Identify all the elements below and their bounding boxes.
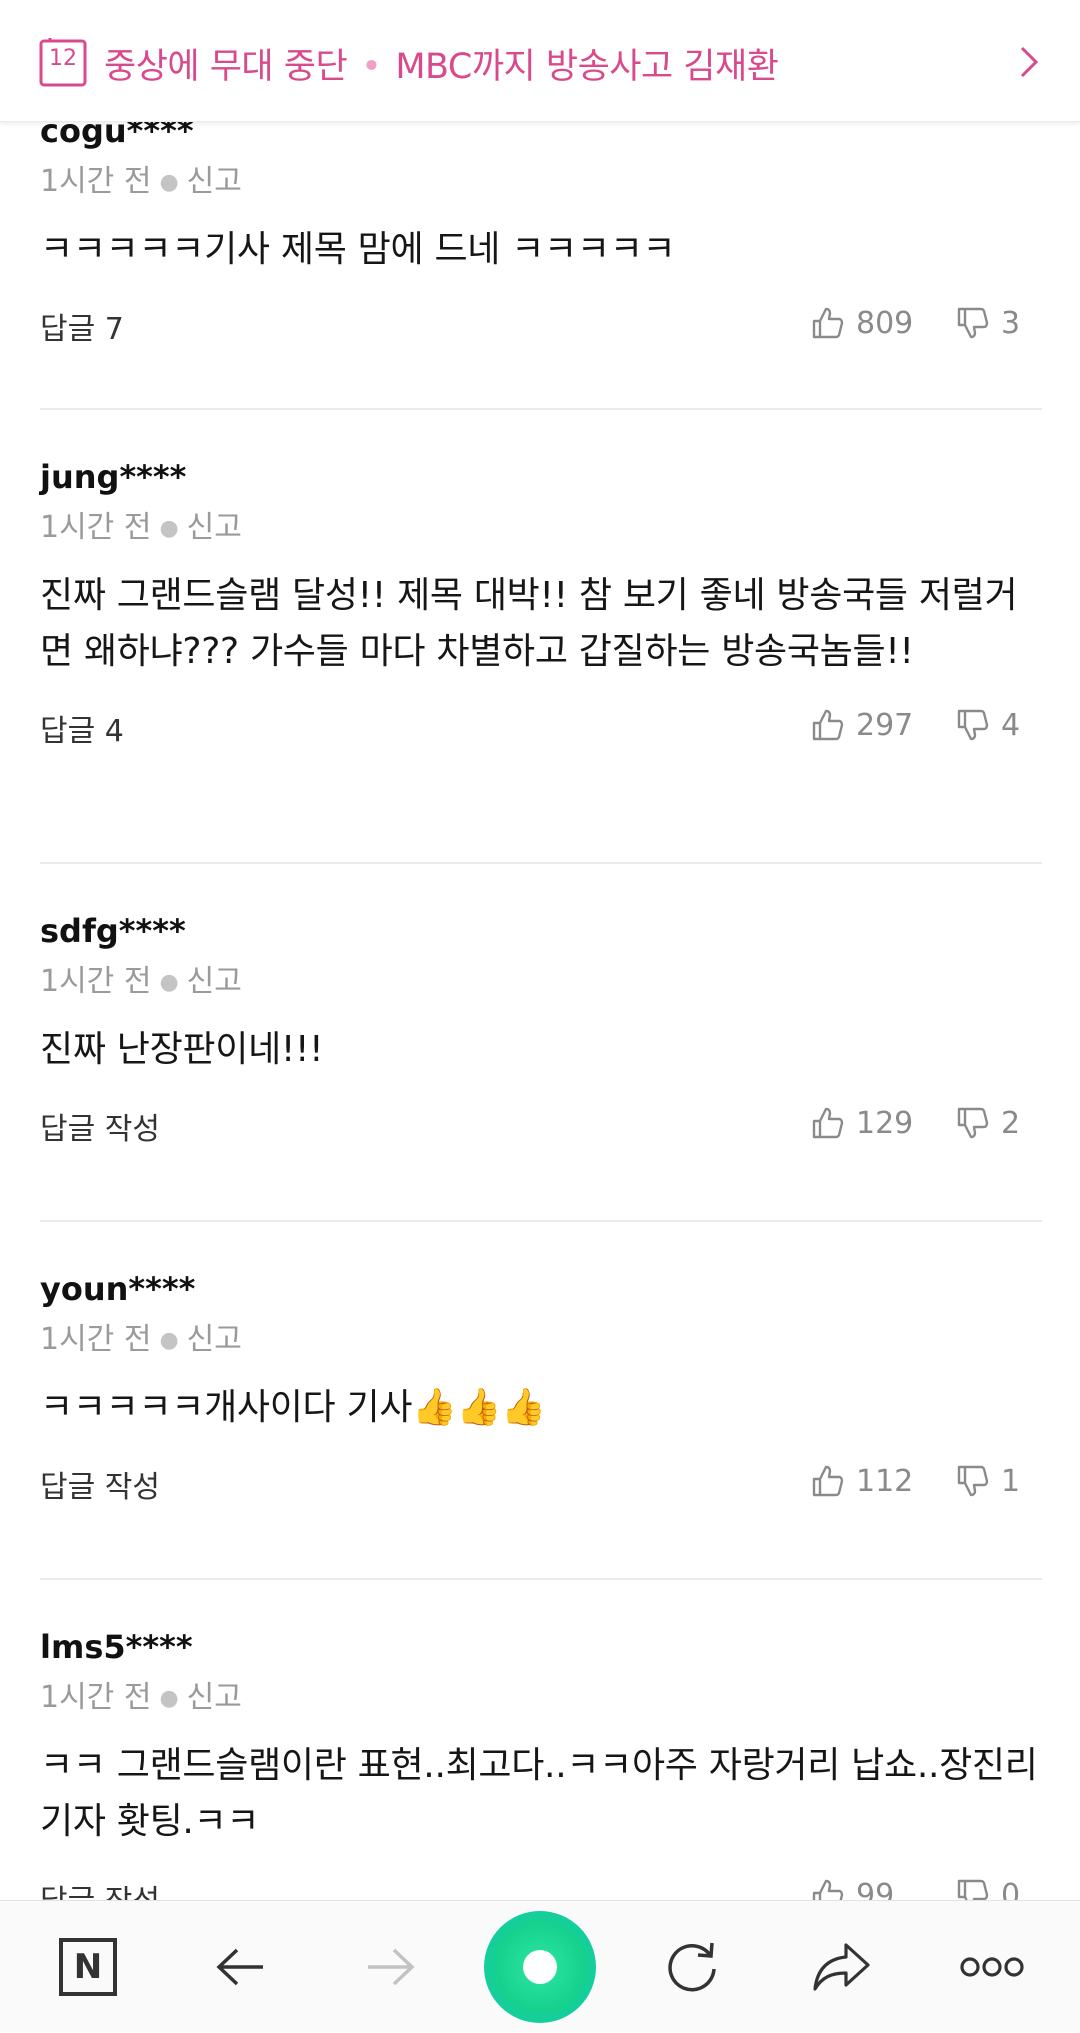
like-button[interactable]: 809 — [810, 298, 913, 348]
like-button[interactable]: 297 — [810, 700, 913, 750]
divider — [40, 862, 1042, 864]
comment-meta: 1시간 전 ● 신고 — [40, 1672, 1042, 1716]
comment-author[interactable]: jung**** — [40, 458, 1042, 496]
naver-home-icon: N — [59, 1938, 117, 1996]
like-count: 297 — [856, 707, 914, 743]
report-link[interactable]: 신고 — [187, 510, 242, 545]
comment-actions: 답글 4 297 4 — [40, 700, 1042, 750]
like-button[interactable]: 112 — [810, 1456, 913, 1506]
like-button[interactable]: 129 — [810, 1098, 913, 1148]
comment-author[interactable]: youn**** — [40, 1270, 1042, 1308]
comment-time: 1시간 전 — [40, 510, 152, 545]
thumbs-up-icon — [812, 1107, 844, 1139]
comment-item: jung**** 1시간 전 ● 신고 진짜 그랜드슬램 달성!! 제목 대박!! … — [40, 458, 1042, 750]
back-arrow-icon — [216, 1948, 263, 1986]
banner-title-part1: 중상에 무대 중단 — [104, 47, 348, 87]
comment-text: 진짜 그랜드슬램 달성!! 제목 대박!! 참 보기 좋네 방송국들 저럴거면 … — [40, 575, 1018, 672]
comment-meta: 1시간 전 ● 신고 — [40, 156, 1042, 200]
comment-item: lms5**** 1시간 전 ● 신고 ㅋㅋ 그랜드슬램이란 표현..최고다..ㅋㅋ… — [40, 1628, 1042, 1920]
meta-dot: ● — [159, 170, 179, 195]
reply-button[interactable]: 답글 7 — [40, 304, 124, 348]
reply-button[interactable]: 답글 작성 — [40, 1462, 160, 1506]
comment-time: 1시간 전 — [40, 1322, 152, 1357]
banner-title-part2: MBC까지 방송사고 김재환 — [395, 47, 779, 87]
like-count: 809 — [856, 305, 914, 341]
share-icon — [813, 1943, 870, 1991]
refresh-button[interactable] — [632, 1901, 752, 2033]
naver-home-button[interactable]: N — [28, 1901, 148, 2033]
dislike-count: 2 — [1001, 1105, 1021, 1141]
refresh-icon — [668, 1942, 716, 1992]
dislike-count: 4 — [1001, 707, 1021, 743]
divider — [40, 408, 1042, 410]
comment-time: 1시간 전 — [40, 1680, 152, 1715]
reply-button[interactable]: 답글 4 — [40, 706, 124, 750]
meta-dot: ● — [159, 1328, 179, 1353]
forward-button[interactable] — [330, 1901, 450, 2033]
divider — [40, 1578, 1042, 1580]
dislike-count: 1 — [1001, 1463, 1021, 1499]
back-button[interactable] — [181, 1901, 301, 2033]
rank-number: 12 — [49, 46, 77, 71]
dislike-count: 3 — [1001, 305, 1021, 341]
chevron-right-icon[interactable] — [1014, 42, 1044, 82]
comment-meta: 1시간 전 ● 신고 — [40, 1314, 1042, 1358]
thumbs-down-icon — [957, 1107, 989, 1139]
banner-title[interactable]: 중상에 무대 중단 • MBC까지 방송사고 김재환 — [104, 38, 779, 89]
more-dots-icon — [960, 1957, 1024, 1977]
banner-separator: • — [361, 47, 382, 87]
rank-badge: 12 — [38, 38, 88, 88]
comment-item: sdfg**** 1시간 전 ● 신고 진짜 난장판이네!!! 답글 작성 129 … — [40, 912, 1042, 1148]
comment-text: ㅋㅋㅋㅋㅋ기사 제목 맘에 드네 ㅋㅋㅋㅋㅋ — [40, 229, 676, 270]
like-count: 112 — [856, 1463, 914, 1499]
meta-dot: ● — [159, 970, 179, 995]
report-link[interactable]: 신고 — [187, 964, 242, 999]
comment-author[interactable]: lms5**** — [40, 1628, 1042, 1666]
report-link[interactable]: 신고 — [187, 1680, 242, 1715]
share-button[interactable] — [782, 1901, 902, 2033]
comment-actions: 답글 작성 112 1 — [40, 1456, 1042, 1506]
green-dot-menu-icon — [484, 1911, 596, 2023]
forward-arrow-icon — [368, 1948, 415, 1986]
comment-actions: 답글 작성 129 2 — [40, 1098, 1042, 1148]
more-button[interactable] — [932, 1901, 1052, 2033]
green-dot-button[interactable] — [480, 1901, 600, 2033]
meta-dot: ● — [159, 516, 179, 541]
comment-item: youn**** 1시간 전 ● 신고 ㅋㅋㅋㅋㅋ개사이다 기사👍👍👍 답글 작성 … — [40, 1270, 1042, 1506]
reply-button[interactable]: 답글 작성 — [40, 1104, 160, 1148]
dislike-button[interactable]: 4 — [955, 700, 1020, 750]
divider — [40, 1220, 1042, 1222]
comment-meta: 1시간 전 ● 신고 — [40, 956, 1042, 1000]
thumbs-down-icon — [957, 1465, 989, 1497]
meta-dot: ● — [159, 1686, 179, 1711]
comment-text: 진짜 난장판이네!!! — [40, 1029, 324, 1070]
comment-text: ㅋㅋ 그랜드슬램이란 표현..최고다..ㅋㅋ아주 자랑거리 납쇼..장진리기자 … — [40, 1745, 1038, 1842]
comment-author[interactable]: sdfg**** — [40, 912, 1042, 950]
thumbs-up-icon — [812, 1465, 844, 1497]
comment-time: 1시간 전 — [40, 964, 152, 999]
comment-text: ㅋㅋㅋㅋㅋ개사이다 기사👍👍👍 — [40, 1387, 546, 1428]
comment-time: 1시간 전 — [40, 164, 152, 199]
thumbs-down-icon — [957, 709, 989, 741]
comment-meta: 1시간 전 ● 신고 — [40, 502, 1042, 546]
dislike-button[interactable]: 3 — [955, 298, 1020, 348]
dislike-button[interactable]: 1 — [955, 1456, 1020, 1506]
green-dot-center — [523, 1950, 557, 1984]
comment-item: cogu**** 1시간 전 ● 신고 ㅋㅋㅋㅋㅋ기사 제목 맘에 드네 ㅋㅋㅋㅋㅋ… — [40, 112, 1042, 348]
bottom-toolbar: N — [0, 1900, 1080, 2032]
dislike-button[interactable]: 2 — [955, 1098, 1020, 1148]
thumbs-up-icon — [812, 709, 844, 741]
report-link[interactable]: 신고 — [187, 1322, 242, 1357]
like-count: 129 — [856, 1105, 914, 1141]
thumbs-up-icon — [812, 307, 844, 339]
trending-banner[interactable]: 12 중상에 무대 중단 • MBC까지 방송사고 김재환 — [0, 0, 1080, 122]
comment-actions: 답글 7 809 3 — [40, 298, 1042, 348]
thumbs-down-icon — [957, 307, 989, 339]
report-link[interactable]: 신고 — [187, 164, 242, 199]
